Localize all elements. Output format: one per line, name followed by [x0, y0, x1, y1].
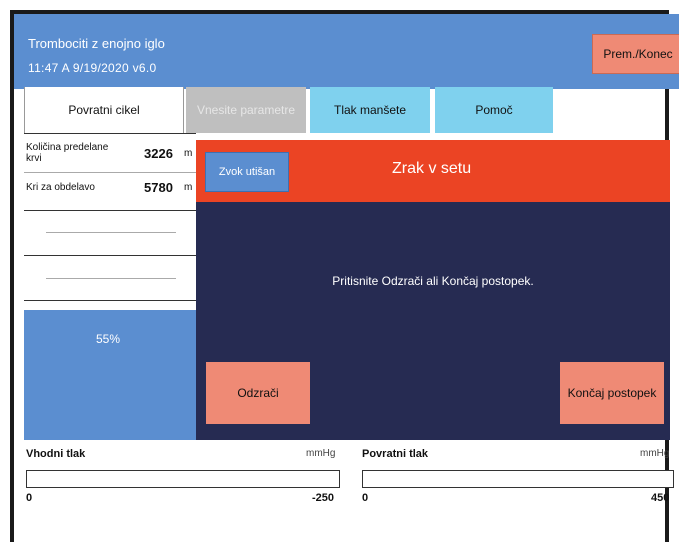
end-procedure-button[interactable]: Končaj postopek: [560, 362, 664, 424]
exit-button[interactable]: Prem./Konec: [592, 34, 679, 74]
time-version-label: 11:47 A 9/19/2020 v6.0: [28, 61, 157, 75]
vent-button[interactable]: Odzrači: [206, 362, 310, 424]
blood-to-process-row: Kri za obdelavo 5780 m: [24, 180, 196, 200]
processed-blood-row: Količina predelane krvi 3226 m: [24, 142, 196, 166]
processed-blood-value: 3226: [144, 146, 173, 161]
return-pressure-min: 0: [362, 492, 369, 504]
header-bar: Trombociti z enojno iglo 11:47 A 9/19/20…: [14, 14, 679, 89]
tab-enter-parameters[interactable]: Vnesite parametre: [186, 87, 306, 133]
progress-panel: 55%: [24, 310, 196, 440]
tab-return-cycle[interactable]: Povratni cikel: [24, 87, 184, 133]
procedure-title: Trombociti z enojno iglo: [28, 36, 165, 51]
blood-to-process-unit: m: [184, 182, 193, 193]
tab-cuff-pressure[interactable]: Tlak manšete: [310, 87, 430, 133]
divider: [24, 172, 196, 173]
blood-to-process-value: 5780: [144, 180, 173, 195]
return-pressure-bar: [362, 470, 674, 488]
progress-percent: 55%: [96, 332, 121, 346]
divider: [24, 255, 196, 256]
inlet-pressure-bar: [26, 470, 340, 488]
processed-blood-label: Količina predelane krvi: [26, 142, 109, 164]
blood-to-process-label: Kri za obdelavo: [26, 182, 95, 193]
processed-blood-unit: m: [184, 148, 193, 159]
mute-button[interactable]: Zvok utišan: [205, 152, 289, 192]
divider: [24, 300, 196, 301]
alarm-header: Zvok utišan Zrak v setu: [196, 140, 670, 202]
return-pressure-label: Povratni tlak: [362, 448, 429, 460]
divider: [46, 232, 176, 233]
inlet-pressure-max: -250: [312, 492, 335, 504]
alarm-dialog: Pritisnite Odzrači ali Končaj postopek. …: [196, 202, 670, 440]
divider: [46, 278, 176, 279]
inlet-pressure-unit: mmHg: [306, 448, 336, 459]
inlet-pressure-label: Vhodni tlak: [26, 448, 86, 460]
tab-divider: [24, 133, 196, 134]
inlet-pressure-min: 0: [26, 492, 33, 504]
return-pressure-max: 450: [651, 492, 670, 504]
alarm-title: Zrak v setu: [392, 160, 472, 177]
return-pressure-unit: mmHg: [640, 448, 670, 459]
divider: [24, 210, 196, 211]
alarm-message: Pritisnite Odzrači ali Končaj postopek.: [332, 274, 534, 288]
tab-help[interactable]: Pomoč: [435, 87, 553, 133]
